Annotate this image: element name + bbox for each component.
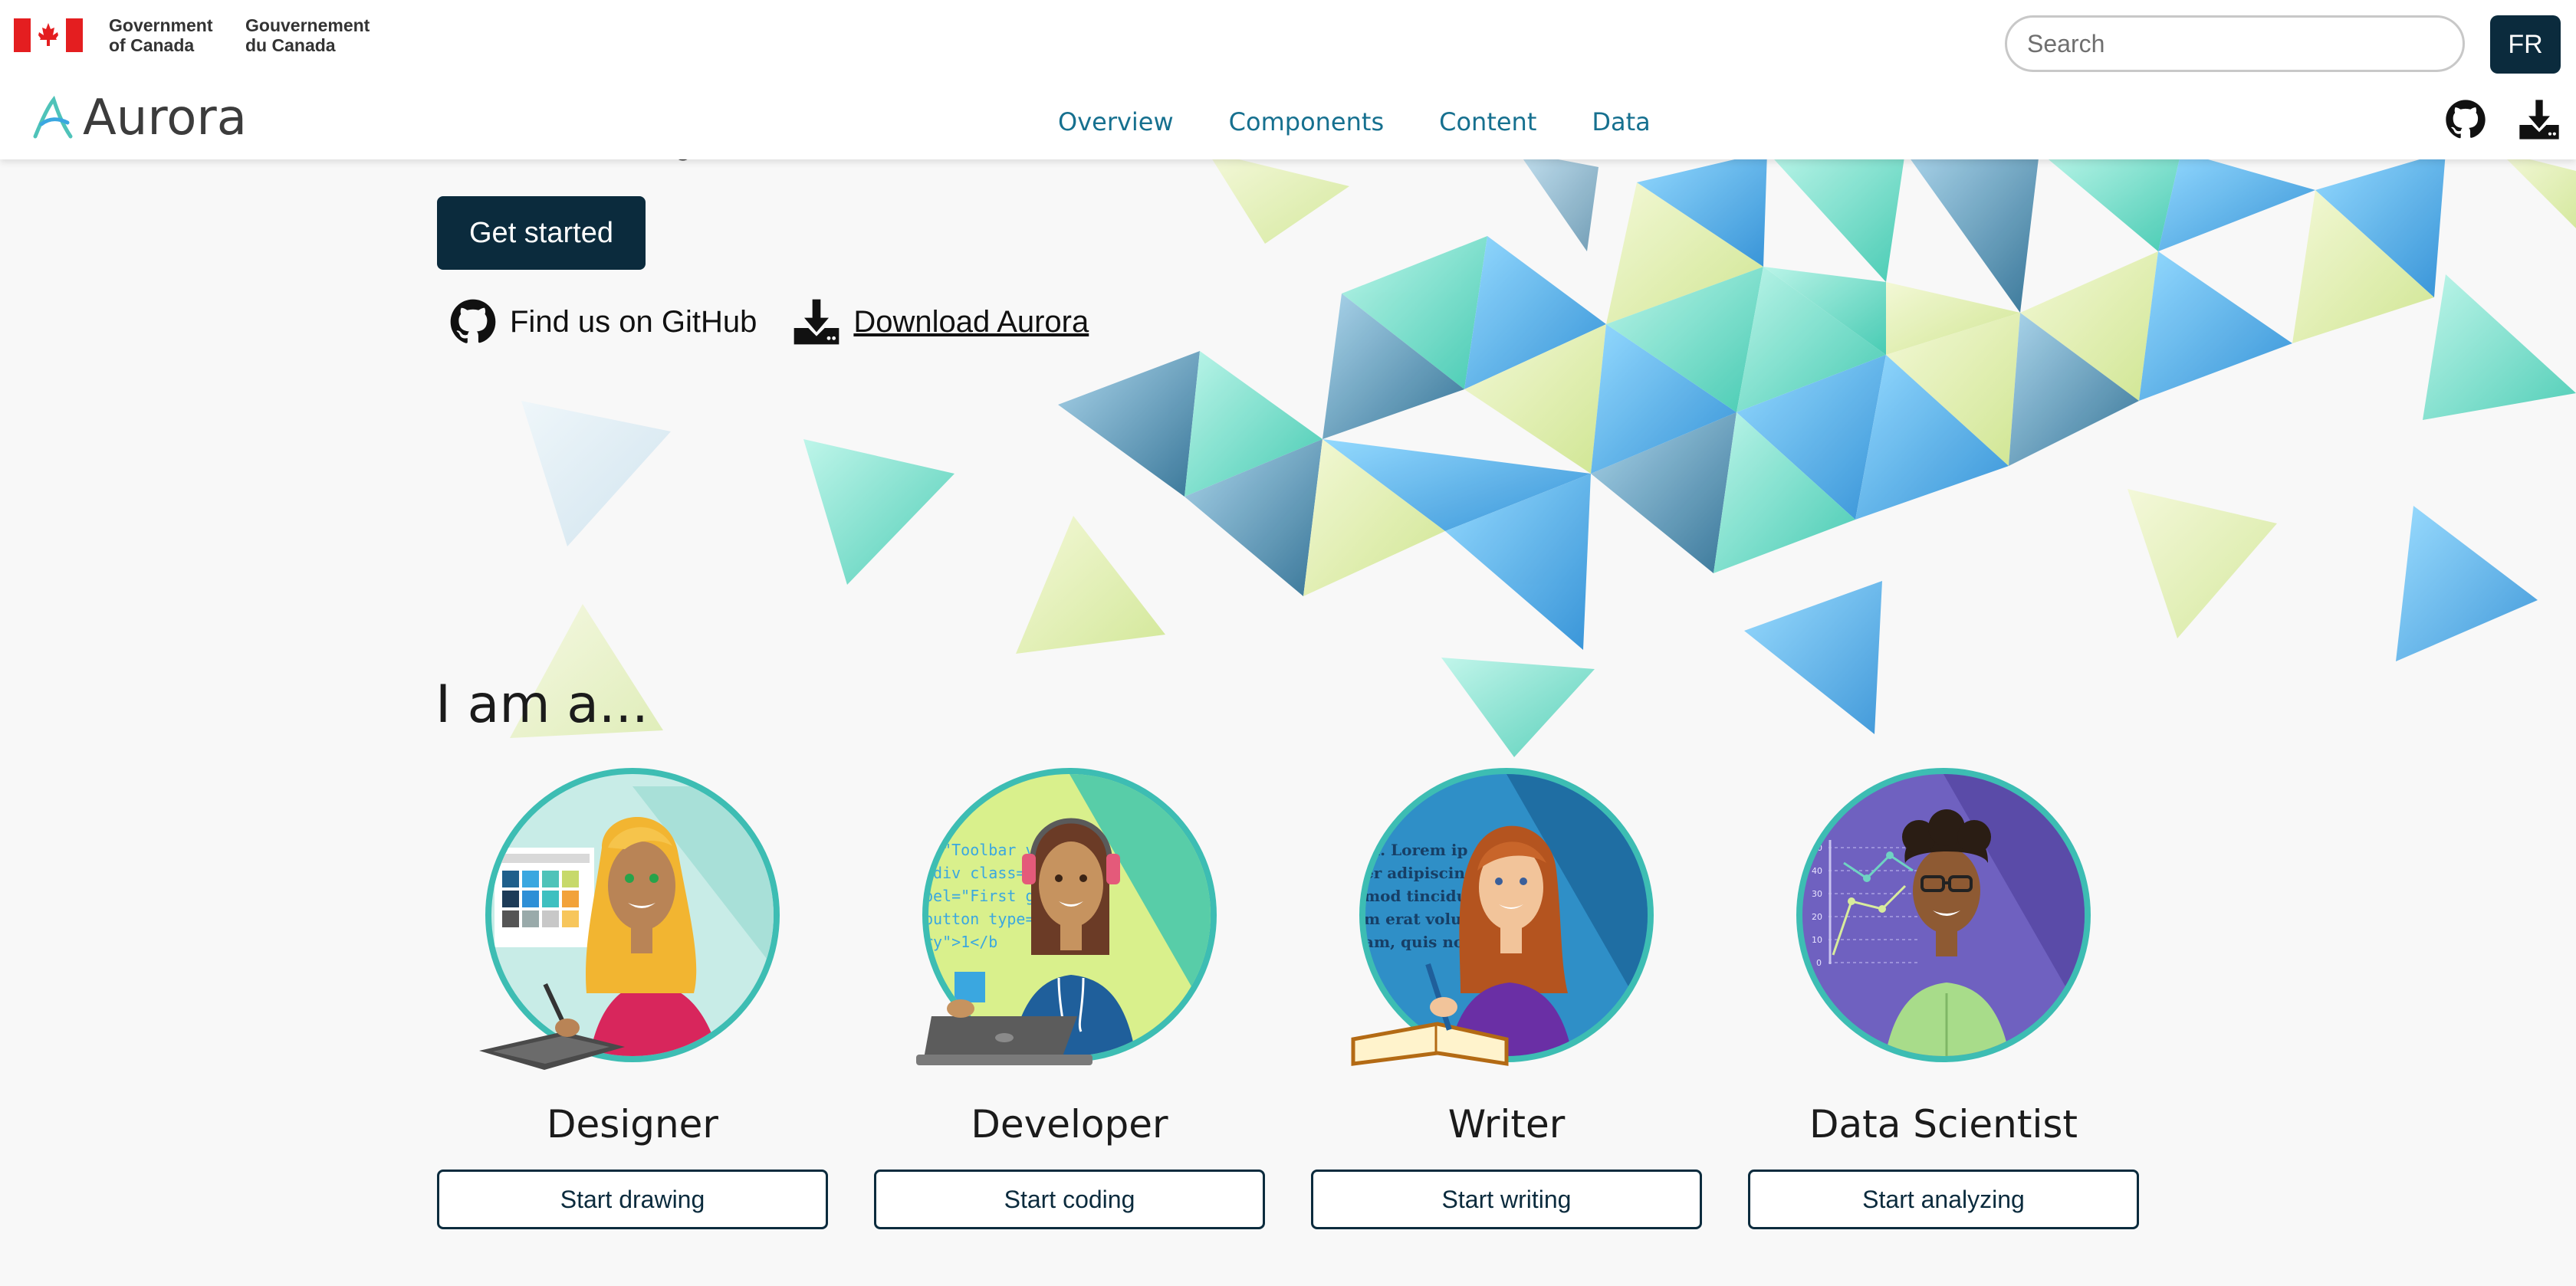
aurora-logo-icon — [33, 95, 73, 139]
code-line: ry">1</b — [924, 933, 997, 951]
brand-name: Aurora — [83, 90, 247, 146]
data-scientist-avatar-illustration: 50 40 30 20 10 0 — [1796, 768, 2091, 1062]
site-header: Government of Canada Gouvernement du Can… — [0, 0, 2576, 159]
text-line: mod tincidu — [1364, 887, 1467, 905]
canada-flag-icon — [14, 18, 83, 52]
axis-tick: 10 — [1812, 935, 1822, 945]
github-icon[interactable] — [2444, 98, 2487, 141]
gov-signature-fr: Gouvernement du Canada — [245, 15, 370, 55]
nav-link-overview[interactable]: Overview — [1058, 107, 1174, 136]
persona-name-designer: Designer — [547, 1102, 718, 1147]
designer-avatar-illustration — [479, 768, 780, 1070]
gov-signature-en: Government of Canada — [109, 15, 212, 55]
start-writing-button[interactable]: Start writing — [1311, 1170, 1702, 1229]
gov-signature-en-line: Government — [109, 15, 213, 35]
download-link[interactable]: Download Aurora — [792, 297, 1089, 346]
persona-name-developer: Developer — [971, 1102, 1168, 1147]
search-input[interactable] — [2005, 15, 2465, 72]
persona-card-data-scientist: 50 40 30 20 10 0 Data Scientist Start an… — [1748, 763, 2139, 1229]
code-line: button type=" — [924, 910, 1044, 928]
hero-triangle-pattern — [510, 159, 2576, 757]
writer-avatar-illustration: m. Lorem ip er adipiscing mod tincidu m … — [1351, 768, 1654, 1066]
brand[interactable]: Aurora — [31, 90, 247, 146]
start-analyzing-button[interactable]: Start analyzing — [1748, 1170, 2139, 1229]
text-line: er adipiscing — [1364, 864, 1476, 882]
github-link-label: Find us on GitHub — [510, 304, 757, 339]
persona-name-data-scientist: Data Scientist — [1809, 1102, 2078, 1147]
gov-signature-fr-line: Gouvernement — [245, 15, 370, 35]
text-line: am, quis nos — [1364, 933, 1473, 951]
start-coding-button[interactable]: Start coding — [874, 1170, 1265, 1229]
start-drawing-button[interactable]: Start drawing — [437, 1170, 828, 1229]
persona-name-writer: Writer — [1447, 1102, 1566, 1147]
get-started-button[interactable]: Get started — [437, 196, 646, 270]
nav-link-components[interactable]: Components — [1229, 107, 1384, 136]
hero-links: Find us on GitHub Download Aurora — [449, 297, 1089, 346]
github-link[interactable]: Find us on GitHub — [449, 297, 757, 346]
main-nav: Overview Components Content Data — [1058, 107, 1651, 136]
nav-link-content[interactable]: Content — [1439, 107, 1536, 136]
developer-avatar-illustration: d="Toolbar v <div class="b bel="First gr… — [916, 768, 1217, 1065]
axis-tick: 20 — [1812, 912, 1822, 922]
section-title: I am a... — [435, 674, 649, 735]
download-icon[interactable] — [2518, 98, 2561, 141]
persona-card-designer: Designer Start drawing — [437, 763, 828, 1229]
gov-signature-en-line: of Canada — [109, 35, 195, 55]
download-icon — [794, 299, 840, 345]
axis-tick: 30 — [1812, 889, 1822, 899]
persona-card-writer: m. Lorem ip er adipiscing mod tincidu m … — [1311, 763, 1702, 1229]
download-link-label: Download Aurora — [853, 304, 1089, 339]
gov-signature-fr-line: du Canada — [245, 35, 336, 55]
language-toggle-button[interactable]: FR — [2490, 15, 2561, 74]
axis-tick: 40 — [1812, 866, 1822, 876]
axis-tick: 0 — [1816, 958, 1822, 968]
persona-card-developer: d="Toolbar v <div class="b bel="First gr… — [874, 763, 1265, 1229]
nav-link-data[interactable]: Data — [1592, 107, 1650, 136]
github-icon — [450, 299, 496, 343]
